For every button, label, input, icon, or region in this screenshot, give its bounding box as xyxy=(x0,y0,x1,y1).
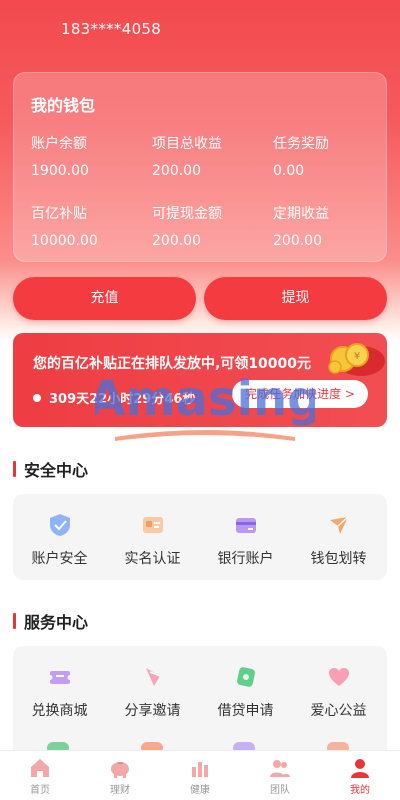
heart-icon xyxy=(328,668,349,686)
wallet-actions: 充值 提现 xyxy=(13,277,387,320)
stat-value: 200.00 xyxy=(152,233,201,249)
section-accent-bar xyxy=(13,461,16,477)
team-icon xyxy=(270,760,290,777)
speed-up-button[interactable]: 完成任务加快进度 > xyxy=(232,380,368,408)
profile-page: 183****4058 我的钱包 账户余额 1900.00 项目总收益 200.… xyxy=(0,0,400,800)
bottom-tab-bar: 首页 理财 健康 团队 我的 xyxy=(0,750,400,800)
stat-label: 定期收益 xyxy=(273,206,329,222)
grid-item-charity[interactable]: 爱心公益 xyxy=(292,664,385,720)
wallet-title: 我的钱包 xyxy=(31,96,96,115)
svg-text:¥: ¥ xyxy=(354,351,360,362)
user-icon xyxy=(351,759,369,778)
stat-task-reward: 任务奖励 0.00 xyxy=(273,133,329,179)
stat-label: 账户余额 xyxy=(31,136,87,152)
shield-icon xyxy=(49,514,70,536)
grid-item-wallet-transfer[interactable]: 钱包划转 xyxy=(292,512,385,568)
grid-item-label: 借贷申请 xyxy=(217,703,274,719)
stat-label: 百亿补贴 xyxy=(31,206,87,222)
grid-item-label: 钱包划转 xyxy=(310,551,367,567)
section-accent-bar xyxy=(13,613,16,629)
withdraw-button[interactable]: 提现 xyxy=(204,277,387,320)
stat-fixed-income: 定期收益 200.00 xyxy=(273,203,329,249)
section-title-text: 安全中心 xyxy=(24,461,89,480)
countdown-dot xyxy=(33,393,41,402)
countdown: 309天22小时29分46秒 xyxy=(33,388,195,407)
banner-text: 您的百亿补贴正在排队发放中,可领10000元 xyxy=(33,356,312,372)
ticket-icon xyxy=(47,671,72,684)
transfer-icon xyxy=(329,516,349,534)
stat-project-income: 项目总收益 200.00 xyxy=(152,133,222,179)
tab-label: 首页 xyxy=(30,785,50,796)
service-section-title: 服务中心 xyxy=(13,609,88,633)
section-title-text: 服务中心 xyxy=(24,613,89,632)
loan-icon xyxy=(236,667,255,687)
health-icon xyxy=(192,762,208,777)
stat-subsidy: 百亿补贴 10000.00 xyxy=(31,203,98,249)
service-card: 兑换商城 分享邀请 借贷申请 爱心公益 xyxy=(13,646,387,766)
stat-label: 可提现金额 xyxy=(152,206,222,222)
tab-finance[interactable]: 理财 xyxy=(80,751,160,800)
tab-label: 我的 xyxy=(350,785,370,796)
grid-item-label: 实名认证 xyxy=(124,551,181,567)
grid-item-real-name[interactable]: 实名认证 xyxy=(106,512,199,568)
grid-item-label: 爱心公益 xyxy=(310,703,367,719)
tab-label: 健康 xyxy=(190,785,210,796)
wallet-card: 我的钱包 账户余额 1900.00 项目总收益 200.00 任务奖励 0.00… xyxy=(13,72,387,262)
stat-value: 200.00 xyxy=(273,233,322,249)
grid-item-label: 分享邀请 xyxy=(124,703,181,719)
grid-item-label: 账户安全 xyxy=(31,551,88,567)
piggy-bank-icon xyxy=(111,762,129,778)
grid-item-bank-account[interactable]: 银行账户 xyxy=(199,512,292,568)
grid-item-label: 兑换商城 xyxy=(31,703,88,719)
share-icon xyxy=(145,668,160,686)
grid-item-account-security[interactable]: 账户安全 xyxy=(13,512,106,568)
id-card-icon xyxy=(142,517,163,533)
home-icon xyxy=(31,759,49,777)
bank-card-icon xyxy=(235,518,256,533)
stat-value: 1900.00 xyxy=(31,163,89,179)
grid-item-loan-apply[interactable]: 借贷申请 xyxy=(199,664,292,720)
tab-mine[interactable]: 我的 xyxy=(320,751,400,800)
stat-label: 任务奖励 xyxy=(273,136,329,152)
tab-health[interactable]: 健康 xyxy=(160,751,240,800)
stat-value: 10000.00 xyxy=(31,233,98,249)
stat-value: 200.00 xyxy=(152,163,201,179)
stat-label: 项目总收益 xyxy=(152,136,222,152)
stat-withdrawable: 可提现金额 200.00 xyxy=(152,203,222,249)
security-section-title: 安全中心 xyxy=(13,457,88,481)
tab-label: 理财 xyxy=(110,785,130,796)
tab-home[interactable]: 首页 xyxy=(0,751,80,800)
tab-team[interactable]: 团队 xyxy=(240,751,320,800)
tab-label: 团队 xyxy=(270,785,290,796)
security-card: 账户安全 实名认证 银行账户 钱包划转 xyxy=(13,494,387,580)
user-phone: 183****4058 xyxy=(61,20,162,38)
coin-bag-icon: ¥ xyxy=(328,343,385,376)
recharge-button[interactable]: 充值 xyxy=(13,277,196,320)
grid-item-exchange-mall[interactable]: 兑换商城 xyxy=(13,664,106,720)
grid-item-share-invite[interactable]: 分享邀请 xyxy=(106,664,199,720)
countdown-text: 309天22小时29分46秒 xyxy=(49,392,196,407)
subsidy-banner[interactable]: ¥ 您的百亿补贴正在排队发放中,可领10000元 309天22小时29分46秒 … xyxy=(13,333,387,427)
grid-item-label: 银行账户 xyxy=(217,551,274,567)
stat-value: 0.00 xyxy=(273,163,305,179)
stat-account-balance: 账户余额 1900.00 xyxy=(31,133,89,179)
